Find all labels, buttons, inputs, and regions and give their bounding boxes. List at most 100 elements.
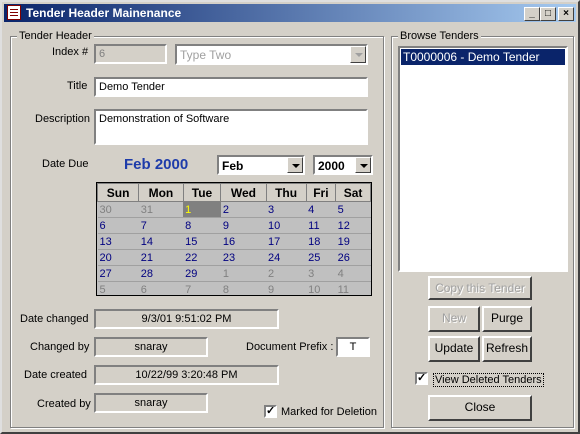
- month-select[interactable]: Feb: [217, 155, 305, 175]
- calendar-day[interactable]: 26: [335, 249, 371, 266]
- tender-header-group-label: Tender Header: [17, 30, 94, 42]
- calendar-day-header: Fri: [305, 183, 337, 202]
- calendar-day[interactable]: 24: [266, 249, 307, 266]
- calendar-day[interactable]: 20: [97, 249, 139, 266]
- close-button[interactable]: Close: [428, 395, 532, 421]
- created-by-label: Created by: [37, 398, 91, 410]
- refresh-button[interactable]: Refresh: [482, 336, 532, 362]
- calendar-day[interactable]: 8: [183, 217, 221, 234]
- calendar-day[interactable]: 18: [306, 233, 336, 250]
- calendar-day-header: Thu: [265, 183, 307, 202]
- calendar-day[interactable]: 14: [138, 233, 184, 250]
- type-select-value: Type Two: [180, 48, 232, 62]
- calendar-day[interactable]: 1: [220, 265, 266, 282]
- year-select[interactable]: 2000: [313, 155, 373, 175]
- main-window: Tender Header Mainenance _ □ × Tender He…: [0, 0, 580, 434]
- title-bar[interactable]: Tender Header Mainenance _ □ ×: [4, 4, 576, 22]
- calendar[interactable]: Sun Mon Tue Wed Thu Fri Sat 30 31 1 2 3 4 5 6 7 8 9 10 11 1…: [96, 182, 372, 298]
- calendar-day[interactable]: 8: [220, 281, 266, 298]
- close-icon[interactable]: ×: [558, 7, 574, 21]
- dropdown-arrow-icon: [350, 46, 366, 63]
- calendar-day[interactable]: 6: [138, 281, 184, 298]
- calendar-day[interactable]: 6: [97, 217, 139, 234]
- description-label: Description: [35, 113, 91, 125]
- calendar-week-row: 27 28 29 1 2 3 4: [97, 265, 371, 282]
- calendar-day-header: Mon: [138, 183, 184, 202]
- view-deleted-checkbox[interactable]: [415, 371, 428, 385]
- list-item[interactable]: T0000006 - Demo Tender: [401, 49, 565, 65]
- purge-button[interactable]: Purge: [482, 306, 532, 332]
- calendar-day[interactable]: 19: [335, 233, 371, 250]
- date-created-label: Date created: [24, 369, 87, 381]
- calendar-day-header: Wed: [220, 183, 267, 202]
- calendar-day[interactable]: 3: [306, 265, 336, 282]
- calendar-day[interactable]: 28: [138, 265, 184, 282]
- calendar-day[interactable]: 25: [306, 249, 336, 266]
- description-input[interactable]: Demonstration of Software: [94, 109, 368, 145]
- document-prefix-label: Document Prefix :: [246, 341, 334, 353]
- title-input[interactable]: Demo Tender: [94, 77, 368, 97]
- dropdown-arrow-icon[interactable]: [355, 157, 371, 173]
- new-button[interactable]: New: [428, 306, 480, 332]
- calendar-day[interactable]: 31: [138, 201, 184, 218]
- calendar-header-row: Sun Mon Tue Wed Thu Fri Sat: [96, 183, 371, 202]
- calendar-day[interactable]: 30: [97, 201, 139, 218]
- calendar-day[interactable]: 10: [266, 217, 307, 234]
- date-changed-field: 9/3/01 9:51:02 PM: [94, 309, 279, 329]
- calendar-day[interactable]: 5: [97, 281, 139, 298]
- calendar-day[interactable]: 13: [97, 233, 139, 250]
- tender-list[interactable]: T0000006 - Demo Tender: [398, 46, 568, 272]
- date-due-display: Feb 2000: [124, 156, 189, 173]
- calendar-day[interactable]: 22: [183, 249, 221, 266]
- calendar-day[interactable]: 7: [138, 217, 184, 234]
- view-deleted-label[interactable]: View Deleted Tenders: [433, 373, 544, 387]
- calendar-week-row: 20 21 22 23 24 25 26: [97, 249, 371, 266]
- copy-tender-button[interactable]: Copy this Tender: [428, 276, 532, 300]
- calendar-week-row: 6 7 8 9 10 11 12: [97, 217, 371, 234]
- calendar-day[interactable]: 7: [183, 281, 221, 298]
- calendar-day-header: Sat: [335, 183, 371, 202]
- type-select: Type Two: [175, 44, 368, 65]
- index-label: Index #: [52, 46, 89, 58]
- dropdown-arrow-icon[interactable]: [287, 157, 303, 173]
- calendar-day[interactable]: 2: [266, 265, 307, 282]
- maximize-icon[interactable]: □: [540, 7, 556, 21]
- calendar-day[interactable]: 17: [266, 233, 307, 250]
- title-label: Title: [67, 80, 88, 92]
- calendar-body: 30 31 1 2 3 4 5 6 7 8 9 10 11 12 13 14 15 16 17 18 19 20 21 22 2…: [97, 201, 371, 298]
- calendar-day-selected[interactable]: 1: [183, 201, 221, 218]
- changed-by-label: Changed by: [30, 341, 90, 353]
- app-icon: [7, 5, 21, 20]
- calendar-day[interactable]: 11: [306, 217, 336, 234]
- calendar-day[interactable]: 11: [335, 281, 371, 298]
- changed-by-field: snaray: [94, 337, 208, 357]
- date-created-field: 10/22/99 3:20:48 PM: [94, 365, 279, 385]
- date-changed-label: Date changed: [20, 313, 89, 325]
- calendar-day[interactable]: 29: [183, 265, 221, 282]
- calendar-day[interactable]: 4: [335, 265, 371, 282]
- marked-deletion-checkbox[interactable]: [264, 404, 277, 418]
- calendar-day[interactable]: 10: [306, 281, 336, 298]
- calendar-day[interactable]: 2: [220, 201, 266, 218]
- calendar-day[interactable]: 5: [335, 201, 371, 218]
- calendar-day[interactable]: 9: [266, 281, 307, 298]
- calendar-day[interactable]: 15: [183, 233, 221, 250]
- minimize-icon[interactable]: _: [524, 7, 540, 21]
- index-field: 6: [94, 44, 167, 64]
- calendar-day[interactable]: 27: [97, 265, 139, 282]
- calendar-day[interactable]: 23: [220, 249, 266, 266]
- calendar-week-row: 13 14 15 16 17 18 19: [97, 233, 371, 250]
- calendar-day[interactable]: 21: [138, 249, 184, 266]
- update-button[interactable]: Update: [428, 336, 480, 362]
- browse-tenders-label: Browse Tenders: [398, 30, 481, 42]
- marked-deletion-label[interactable]: Marked for Deletion: [281, 406, 377, 418]
- calendar-day[interactable]: 16: [220, 233, 266, 250]
- calendar-day[interactable]: 4: [306, 201, 336, 218]
- calendar-week-row: 30 31 1 2 3 4 5: [97, 201, 371, 218]
- document-prefix-input[interactable]: T: [336, 337, 370, 357]
- calendar-day[interactable]: 12: [335, 217, 371, 234]
- calendar-day[interactable]: 9: [220, 217, 266, 234]
- calendar-day[interactable]: 3: [266, 201, 307, 218]
- calendar-day-header: Sun: [96, 183, 140, 202]
- calendar-week-row: 5 6 7 8 9 10 11: [97, 281, 371, 298]
